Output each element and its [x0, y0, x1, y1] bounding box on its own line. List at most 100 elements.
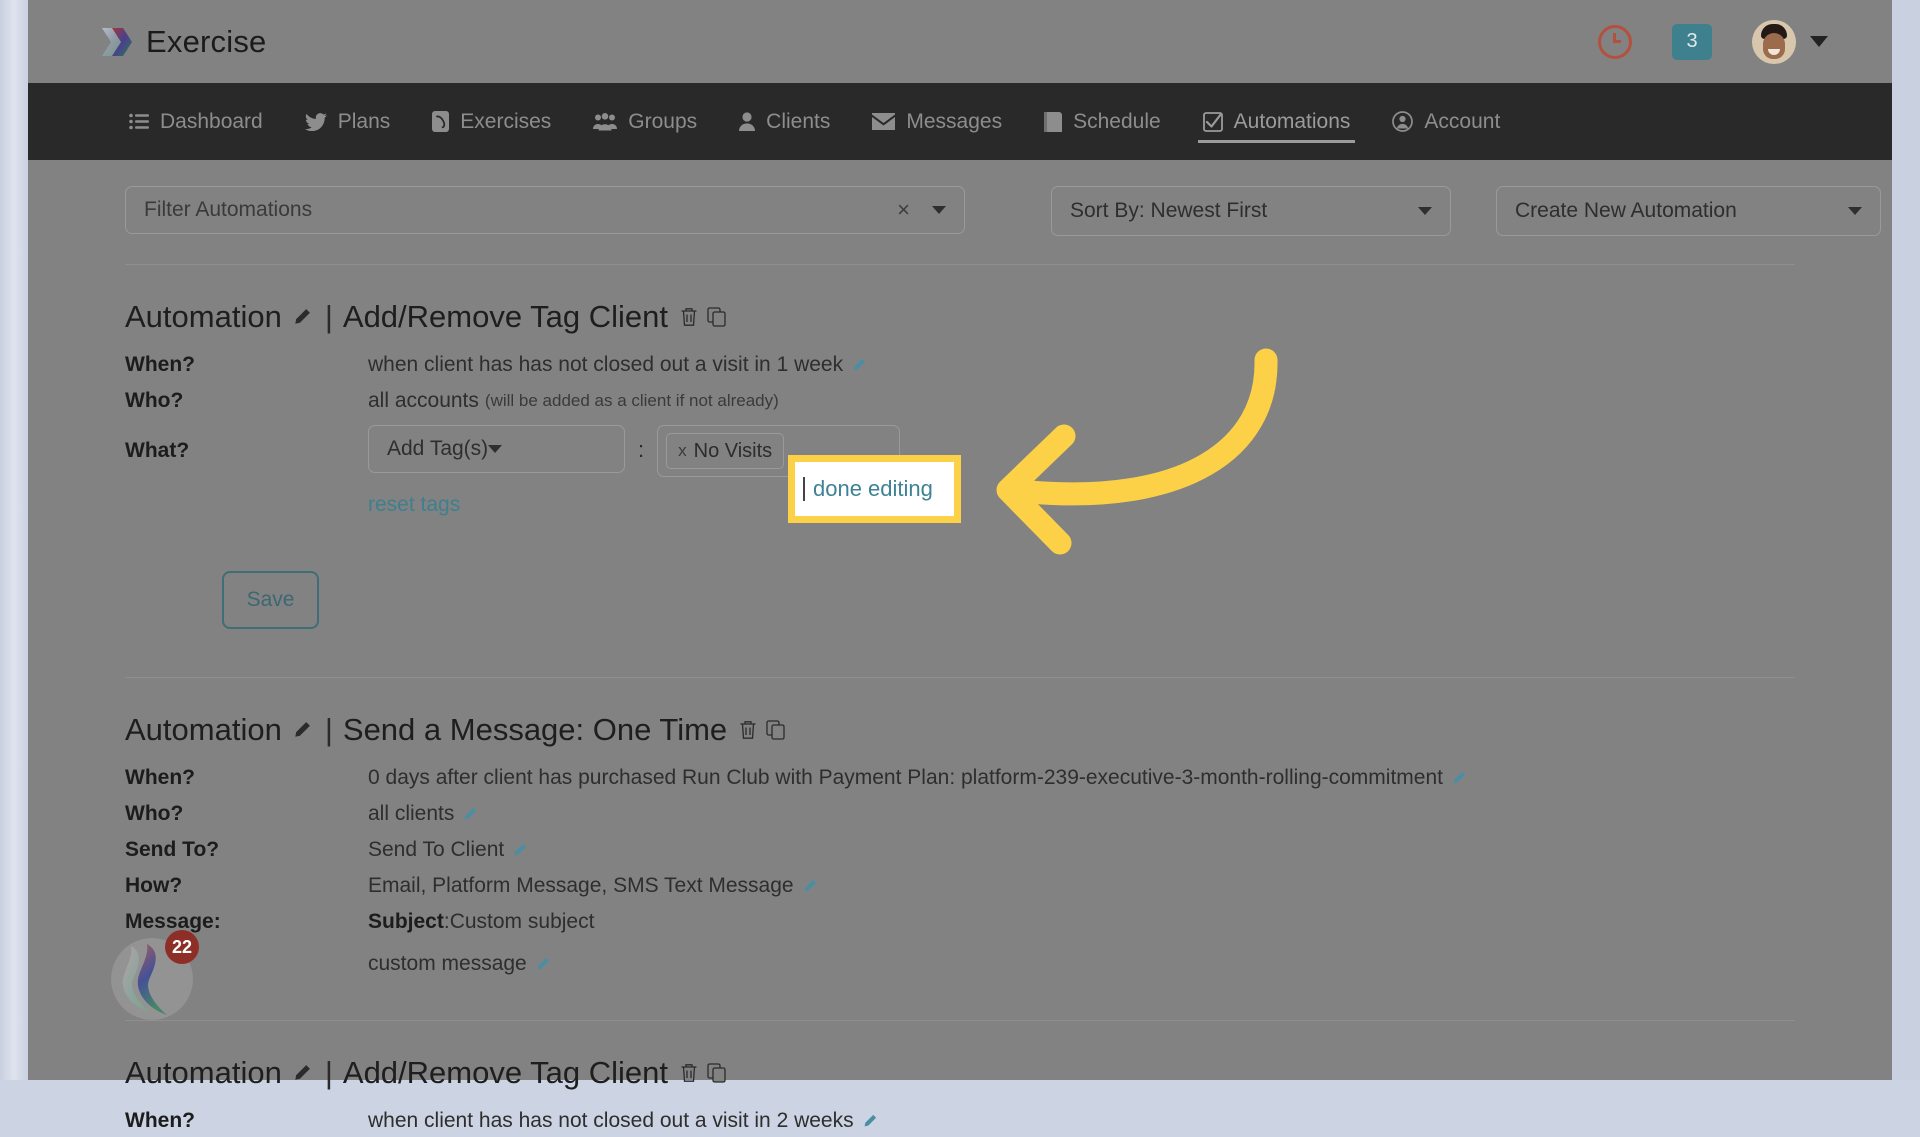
- trash-icon[interactable]: [680, 299, 698, 335]
- done-editing-highlight[interactable]: done editing: [788, 455, 961, 523]
- automation-message-row: Message: Subject : Custom subject: [125, 910, 1892, 938]
- save-button[interactable]: Save: [222, 571, 319, 629]
- pencil-icon[interactable]: [851, 358, 866, 373]
- pencil-icon[interactable]: [462, 807, 477, 822]
- main-nav: Dashboard Plans Exercises Groups Clients…: [28, 83, 1892, 160]
- pencil-icon[interactable]: [1451, 771, 1466, 786]
- notifications-badge[interactable]: 3: [1672, 23, 1712, 60]
- row-value: all clients: [368, 802, 477, 826]
- nav-item-automations[interactable]: Automations: [1182, 83, 1372, 160]
- app-window: Exercise 3 Dashboard Plans Exercises Gro…: [28, 0, 1892, 1132]
- caret-down-icon[interactable]: [1848, 207, 1862, 215]
- trash-icon[interactable]: [739, 712, 757, 748]
- row-label: When?: [125, 766, 195, 789]
- caret-down-icon[interactable]: [488, 445, 503, 453]
- avatar: [1752, 19, 1796, 64]
- nav-label: Automations: [1233, 109, 1351, 133]
- nav-item-schedule[interactable]: Schedule: [1023, 83, 1182, 160]
- nav-label: Groups: [628, 109, 698, 133]
- automation-type: Send a Message: One Time: [342, 712, 728, 747]
- automation-label: Automation: [125, 1055, 282, 1090]
- row-value-note: (will be added as a client if not alread…: [484, 391, 779, 410]
- copy-icon[interactable]: [707, 1055, 727, 1091]
- trash-icon[interactable]: [680, 1055, 698, 1091]
- tag-action-label: Add Tag(s): [387, 437, 489, 460]
- list-icon: [129, 113, 149, 130]
- nav-label: Clients: [766, 109, 831, 133]
- row-label: When?: [125, 353, 195, 376]
- chevron-down-icon[interactable]: [1810, 36, 1828, 47]
- automation-row: Who? all clients: [125, 802, 1892, 830]
- envelope-icon: [872, 113, 896, 130]
- check-square-icon: [1202, 111, 1223, 132]
- automation-rows: When? when client has has not closed out…: [125, 1109, 1892, 1137]
- pencil-icon[interactable]: [292, 299, 311, 335]
- tag-chip[interactable]: x No Visits: [666, 433, 785, 469]
- chat-launcher[interactable]: 22: [111, 930, 199, 1020]
- filter-automations-input[interactable]: Filter Automations ×: [125, 186, 965, 234]
- row-value: when client has has not closed out a vis…: [368, 353, 866, 377]
- row-value-text: all accounts: [368, 389, 479, 412]
- user-circle-icon: [1392, 111, 1414, 132]
- remove-tag-icon[interactable]: x: [678, 441, 687, 461]
- row-label: Who?: [125, 802, 184, 825]
- sort-by-label: Sort By: Newest First: [1070, 199, 1268, 222]
- book-icon: [1044, 111, 1063, 132]
- automation-rows: When? 0 days after client has purchased …: [125, 766, 1892, 980]
- title-separator: |: [324, 1055, 333, 1090]
- nav-item-messages[interactable]: Messages: [851, 83, 1023, 160]
- automation-title-row: Automation | Add/Remove Tag Client: [125, 1055, 1892, 1091]
- create-new-automation-select[interactable]: Create New Automation: [1496, 186, 1881, 236]
- row-value-text: Send To Client: [368, 838, 505, 861]
- caret-down-icon[interactable]: [932, 206, 946, 214]
- caret-down-icon[interactable]: [1418, 207, 1432, 215]
- nav-item-plans[interactable]: Plans: [284, 83, 412, 160]
- pencil-icon[interactable]: [292, 1055, 311, 1091]
- subject-label: Subject: [368, 910, 444, 933]
- nav-item-exercises[interactable]: Exercises: [411, 83, 572, 160]
- browser-page: Exercise 3 Dashboard Plans Exercises Gro…: [0, 0, 1920, 1132]
- row-value: all accounts (will be added as a client …: [368, 389, 779, 413]
- pencil-icon[interactable]: [512, 843, 527, 858]
- copy-icon[interactable]: [766, 712, 786, 748]
- row-value: custom message: [368, 952, 550, 976]
- row-value-text: when client has has not closed out a vis…: [368, 1109, 854, 1132]
- account-menu[interactable]: [1752, 19, 1828, 64]
- nav-label: Schedule: [1073, 109, 1161, 133]
- subject-value: Custom subject: [449, 910, 595, 933]
- pencil-icon[interactable]: [862, 1114, 877, 1129]
- nav-item-groups[interactable]: Groups: [572, 83, 718, 160]
- pencil-icon[interactable]: [292, 712, 311, 748]
- nav-label: Plans: [337, 109, 391, 133]
- copy-icon[interactable]: [707, 299, 727, 335]
- nav-item-account[interactable]: Account: [1371, 83, 1521, 160]
- close-icon[interactable]: ×: [897, 197, 910, 223]
- done-editing-button[interactable]: done editing: [795, 462, 954, 516]
- sort-by-select[interactable]: Sort By: Newest First: [1051, 186, 1451, 236]
- done-editing-label: done editing: [813, 476, 933, 501]
- automation-title-row: Automation | Send a Message: One Time: [125, 712, 1892, 748]
- automation-row: When? 0 days after client has purchased …: [125, 766, 1892, 794]
- reset-tags-link[interactable]: reset tags: [368, 493, 460, 517]
- row-label: Send To?: [125, 838, 220, 861]
- automation-row: Send To? Send To Client: [125, 838, 1892, 866]
- title-separator: |: [324, 712, 333, 747]
- pencil-icon[interactable]: [802, 879, 817, 894]
- nav-item-clients[interactable]: Clients: [718, 83, 851, 160]
- brand[interactable]: Exercise: [100, 24, 266, 60]
- clock-icon[interactable]: [1598, 24, 1632, 59]
- nav-label: Dashboard: [160, 109, 263, 133]
- header-actions: 3: [1598, 19, 1828, 64]
- phone-icon: [432, 111, 450, 132]
- text-cursor: [803, 477, 805, 501]
- chat-badge: 22: [165, 930, 199, 964]
- tag-action-select[interactable]: Add Tag(s): [368, 425, 625, 473]
- automation-message-body-row: custom message: [125, 952, 1892, 980]
- toolbar: Filter Automations × Sort By: Newest Fir…: [28, 160, 1892, 236]
- row-label: When?: [125, 1109, 195, 1132]
- colon-separator: :: [638, 437, 645, 462]
- pencil-icon[interactable]: [535, 957, 550, 972]
- filter-placeholder: Filter Automations: [144, 198, 313, 221]
- divider: [125, 1020, 1795, 1021]
- nav-item-dashboard[interactable]: Dashboard: [108, 83, 284, 160]
